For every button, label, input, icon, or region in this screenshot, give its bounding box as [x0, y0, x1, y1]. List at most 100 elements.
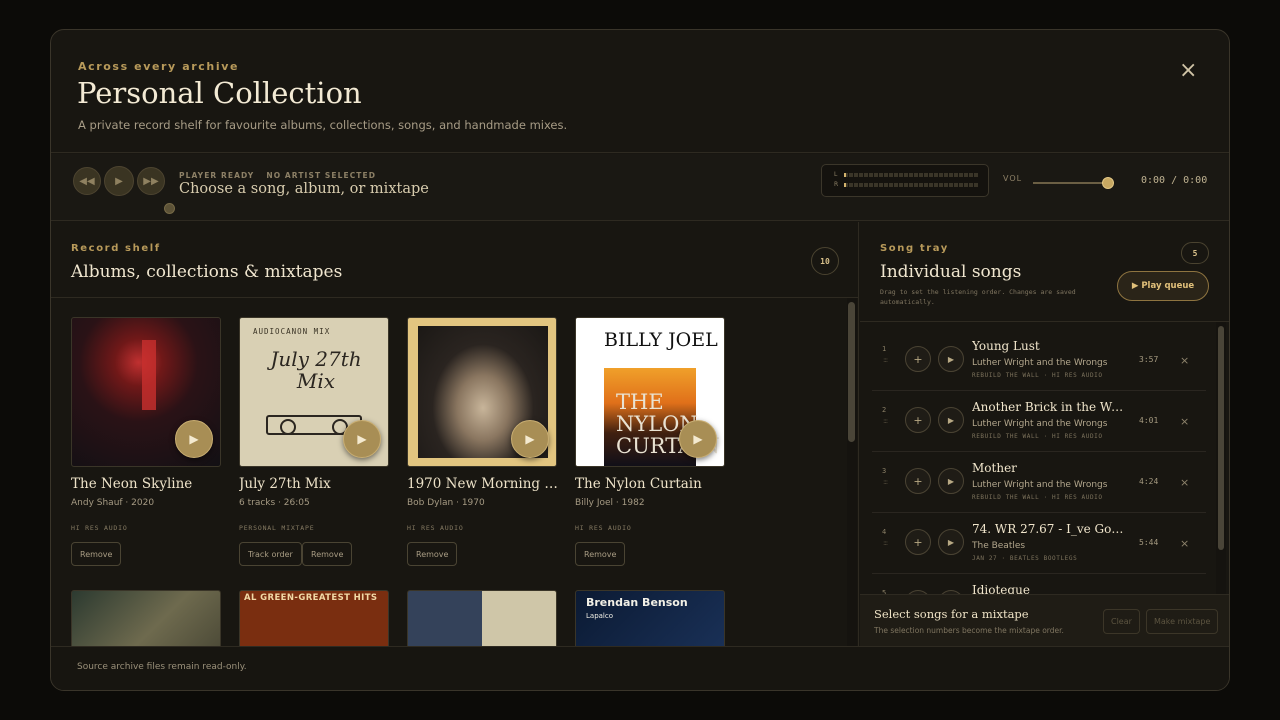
play-icon: ▶	[115, 175, 123, 187]
play-icon: ▶	[947, 476, 955, 486]
remove-button[interactable]: Remove	[407, 542, 458, 566]
play-song-button[interactable]: ▶	[938, 407, 964, 433]
remove-button[interactable]: Remove	[575, 542, 626, 566]
album-subtitle: 6 tracks · 26:05	[239, 498, 310, 508]
play-album-button[interactable]: ▶	[343, 420, 381, 458]
footer-note: Source archive files remain read-only.	[77, 662, 247, 672]
shelf-grid: ▶ The Neon Skyline Andy Shauf · 2020 HI …	[51, 298, 847, 646]
song-number: 2	[882, 406, 887, 414]
player-bar: ◀◀ ▶ ▶▶ PLAYER READY NO ARTIST SELECTED C…	[51, 154, 1229, 221]
plus-icon: +	[913, 474, 923, 488]
song-meta: REBUILD THE WALL · HI RES AUDIO	[972, 372, 1103, 379]
song-title: Young Lust	[972, 339, 1040, 353]
remove-song-icon[interactable]: ×	[1180, 476, 1189, 489]
drag-handle-icon[interactable]: :::	[883, 417, 888, 425]
song-tray: Song tray Individual songs Drag to set t…	[860, 222, 1229, 646]
player-meta: PLAYER READY NO ARTIST SELECTED	[179, 171, 376, 180]
drag-handle-icon[interactable]: :::	[883, 356, 888, 364]
remove-song-icon[interactable]: ×	[1180, 537, 1189, 550]
plus-icon: +	[913, 535, 923, 549]
play-button[interactable]: ▶	[104, 166, 134, 196]
cover-title: Brendan Benson Lapalco	[586, 597, 688, 622]
album-tag: PERSONAL MIXTAPE	[239, 524, 315, 532]
play-icon: ▶	[947, 537, 955, 547]
song-title: Idioteque	[972, 583, 1030, 594]
tray-title: Individual songs	[880, 262, 1022, 282]
play-album-button[interactable]: ▶	[175, 420, 213, 458]
song-title: Another Brick in the Wall Part 2	[972, 400, 1124, 414]
player-artist: NO ARTIST SELECTED	[266, 171, 377, 180]
song-row[interactable]: 5 + ▶ Idioteque	[872, 574, 1206, 594]
play-song-button[interactable]: ▶	[938, 468, 964, 494]
song-list-scrollbar[interactable]	[1216, 322, 1226, 594]
add-to-mixtape-button[interactable]: +	[905, 468, 931, 494]
cover-subtitle: Lapalco	[586, 612, 613, 620]
modal-footer: Source archive files remain read-only.	[51, 646, 1229, 690]
add-to-mixtape-button[interactable]: +	[905, 407, 931, 433]
song-number: 4	[882, 528, 887, 536]
shelf-count-badge: 10	[811, 247, 839, 275]
song-row[interactable]: 2 ::: + ▶ Another Brick in the Wall Part…	[872, 391, 1206, 452]
cover-label: AUDIOCANON MIX	[253, 327, 331, 336]
mixtape-title: Select songs for a mixtape	[874, 607, 1029, 621]
play-album-button[interactable]: ▶	[679, 420, 717, 458]
play-icon: ▶	[947, 354, 955, 364]
drag-handle-icon[interactable]: :::	[883, 478, 888, 486]
cover-artist: Brendan Benson	[586, 596, 688, 609]
play-queue-button[interactable]: ▶ Play queue	[1117, 271, 1209, 301]
track-order-button[interactable]: Track order	[239, 542, 302, 566]
song-list-scroll-thumb[interactable]	[1218, 326, 1224, 550]
rewind-button[interactable]: ◀◀	[73, 167, 101, 195]
meter-left-label: L	[834, 171, 838, 178]
clear-button[interactable]: Clear	[1103, 609, 1140, 634]
volume-knob[interactable]	[1102, 177, 1114, 189]
cover-side	[576, 318, 604, 466]
close-icon[interactable]: ×	[1179, 58, 1197, 83]
album-cover[interactable]	[407, 590, 557, 646]
shelf-title: Albums, collections & mixtapes	[71, 262, 343, 282]
song-meta: REBUILD THE WALL · HI RES AUDIO	[972, 433, 1103, 440]
forward-icon: ▶▶	[143, 175, 159, 187]
drag-handle-icon[interactable]: :::	[883, 539, 888, 547]
remove-song-icon[interactable]: ×	[1180, 415, 1189, 428]
cover-artist: BILLY JOEL	[604, 329, 718, 351]
modal-header: Across every archive Personal Collection…	[51, 30, 1229, 153]
song-list: 1 ::: + ▶ Young Lust Luther Wright and t…	[860, 322, 1216, 594]
album-title: 1970 New Morning (Hi Res)	[407, 476, 563, 492]
volume-slider[interactable]	[1033, 177, 1114, 189]
play-album-button[interactable]: ▶	[511, 420, 549, 458]
rewind-icon: ◀◀	[79, 175, 95, 187]
song-row[interactable]: 3 ::: + ▶ Mother Luther Wright and the W…	[872, 452, 1206, 513]
album-tag: HI RES AUDIO	[575, 524, 632, 532]
play-song-button[interactable]: ▶	[938, 346, 964, 372]
remove-button[interactable]: Remove	[71, 542, 122, 566]
play-icon: ▶	[525, 432, 535, 446]
remove-song-icon[interactable]: ×	[1180, 354, 1189, 367]
cover-handwriting: July 27th Mix	[270, 347, 362, 393]
album-cover[interactable]: Brendan Benson Lapalco	[575, 590, 725, 646]
make-mixtape-button[interactable]: Make mixtape	[1146, 609, 1219, 634]
song-row[interactable]: 4 ::: + ▶ 74. WR 27.67 - I_ve Got A Feel…	[872, 513, 1206, 574]
song-duration: 4:24	[1139, 477, 1159, 486]
album-cover[interactable]: AL GREEN-GREATEST HITS	[239, 590, 389, 646]
song-duration: 3:57	[1139, 355, 1159, 364]
play-song-button[interactable]: ▶	[938, 529, 964, 555]
shelf-scrollbar[interactable]	[847, 298, 857, 646]
add-to-mixtape-button[interactable]: +	[905, 529, 931, 555]
meter-right-bar	[844, 183, 978, 187]
song-meta: REBUILD THE WALL · HI RES AUDIO	[972, 494, 1103, 501]
album-cover[interactable]	[71, 590, 221, 646]
album-title: The Nylon Curtain	[575, 476, 702, 492]
add-to-mixtape-button[interactable]: +	[905, 346, 931, 372]
tray-eyebrow: Song tray	[880, 243, 949, 254]
shelf-eyebrow: Record shelf	[71, 243, 161, 254]
play-icon: ▶	[693, 432, 703, 446]
forward-button[interactable]: ▶▶	[137, 167, 165, 195]
seek-handle[interactable]	[164, 203, 175, 214]
shelf-scroll-thumb[interactable]	[848, 302, 855, 442]
meter-right-label: R	[834, 181, 839, 188]
remove-button[interactable]: Remove	[302, 542, 353, 566]
song-artist: Luther Wright and the Wrongs	[972, 480, 1108, 490]
song-row[interactable]: 1 ::: + ▶ Young Lust Luther Wright and t…	[872, 330, 1206, 391]
song-duration: 4:01	[1139, 416, 1159, 425]
